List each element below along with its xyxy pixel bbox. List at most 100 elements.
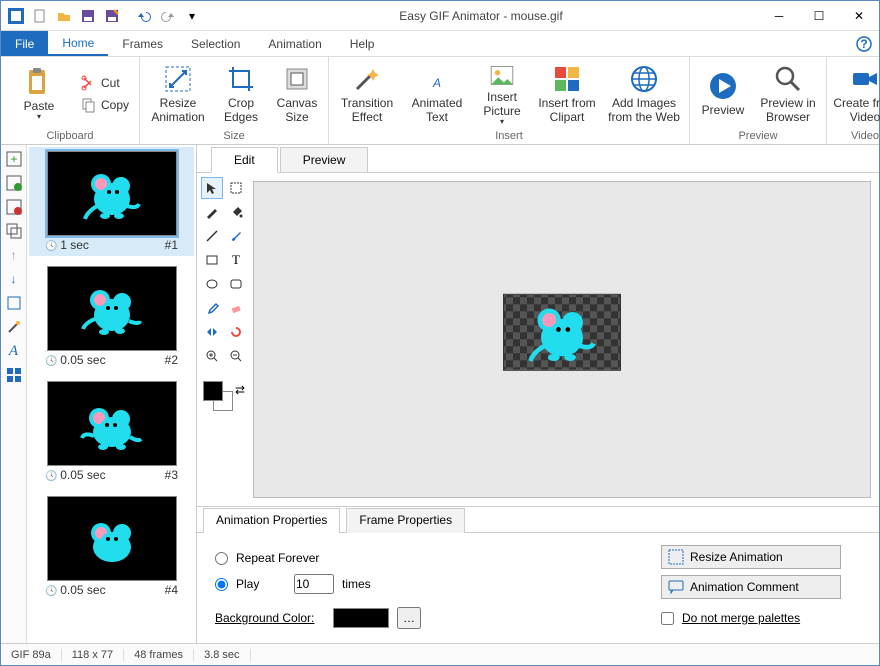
frame-item[interactable]: 0.05 sec#3 (33, 381, 190, 482)
frame-insert-icon[interactable] (4, 173, 24, 193)
title-bar: ▾ Easy GIF Animator - mouse.gif ─ ☐ ✕ (1, 1, 879, 31)
frame-thumbnail[interactable] (47, 151, 177, 236)
open-file-icon[interactable] (53, 5, 75, 27)
editor-tab-edit[interactable]: Edit (211, 147, 278, 173)
frame-thumbnail[interactable] (47, 381, 177, 466)
frame-delete-icon[interactable] (4, 197, 24, 217)
clipart-icon (551, 63, 583, 95)
maximize-button[interactable]: ☐ (799, 1, 839, 31)
tool-brush[interactable] (225, 225, 247, 247)
move-up-icon[interactable]: ↑ (4, 245, 24, 265)
close-button[interactable]: ✕ (839, 1, 879, 31)
tool-bucket[interactable] (225, 201, 247, 223)
tool-text[interactable]: T (225, 249, 247, 271)
tool-rounded-rect[interactable] (225, 273, 247, 295)
tool-zoom-in[interactable] (201, 345, 223, 367)
repeat-forever-radio[interactable] (215, 552, 228, 565)
tool-flip-h[interactable] (201, 321, 223, 343)
paste-button[interactable]: Paste▾ (7, 61, 71, 127)
new-file-icon[interactable] (29, 5, 51, 27)
merge-palettes-checkbox[interactable] (661, 612, 674, 625)
editor-tab-preview[interactable]: Preview (280, 147, 369, 172)
bgcolor-picker-button[interactable]: … (397, 607, 421, 629)
frame-item[interactable]: 0.05 sec#2 (33, 266, 190, 367)
tool-grid-icon[interactable] (4, 365, 24, 385)
tab-frame-properties[interactable]: Frame Properties (346, 508, 465, 533)
frame-index: #1 (165, 238, 178, 252)
tool-pointer[interactable] (201, 177, 223, 199)
frame-add-icon[interactable]: + (4, 149, 24, 169)
tool-wand-icon[interactable] (4, 317, 24, 337)
frame-duplicate-icon[interactable] (4, 221, 24, 241)
status-duration: 3.8 sec (194, 649, 250, 661)
resize-animation-button[interactable]: Resize Animation (146, 61, 210, 127)
times-label: times (342, 577, 371, 591)
status-frames: 48 frames (124, 649, 194, 661)
undo-icon[interactable] (133, 5, 155, 27)
tab-help[interactable]: Help (336, 31, 389, 56)
animated-text-button[interactable]: AAnimated Text (405, 61, 469, 127)
canvas-area[interactable] (253, 181, 871, 498)
play-label: Play (236, 577, 286, 591)
minimize-button[interactable]: ─ (759, 1, 799, 31)
tool-eraser[interactable] (225, 297, 247, 319)
frame-thumbnail[interactable] (47, 266, 177, 351)
tab-selection[interactable]: Selection (177, 31, 254, 56)
wand-icon (351, 63, 383, 95)
tool-rotate[interactable] (225, 321, 247, 343)
tab-frames[interactable]: Frames (108, 31, 177, 56)
canvas-size-button[interactable]: Canvas Size (272, 61, 322, 127)
frame-duration: 0.05 sec (45, 353, 106, 367)
frame-thumbnail[interactable] (47, 496, 177, 581)
tab-home[interactable]: Home (48, 31, 108, 56)
tool-marquee[interactable] (225, 177, 247, 199)
redo-icon[interactable] (157, 5, 179, 27)
animation-comment-btn[interactable]: Animation Comment (661, 575, 841, 599)
tool-text-icon[interactable]: A (4, 341, 24, 361)
move-down-icon[interactable]: ↓ (4, 269, 24, 289)
color-foreground[interactable] (203, 381, 223, 401)
tool-eyedropper[interactable] (201, 297, 223, 319)
frame-item[interactable]: 1 sec#1 (29, 147, 194, 256)
save-icon[interactable] (77, 5, 99, 27)
preview-button[interactable]: Preview (696, 61, 750, 127)
svg-text:A: A (432, 76, 441, 90)
tool-zoom-out[interactable] (225, 345, 247, 367)
resize-animation-btn[interactable]: Resize Animation (661, 545, 841, 569)
tool-line[interactable] (201, 225, 223, 247)
status-dimensions: 118 x 77 (62, 649, 124, 661)
frame-item[interactable]: 0.05 sec#4 (33, 496, 190, 597)
tab-animation[interactable]: Animation (254, 31, 335, 56)
tool-rect[interactable] (201, 249, 223, 271)
globe-icon (628, 63, 660, 95)
qat-dropdown-icon[interactable]: ▾ (181, 5, 203, 27)
tool-a-icon[interactable] (4, 293, 24, 313)
tool-ellipse[interactable] (201, 273, 223, 295)
play-count-input[interactable] (294, 574, 334, 594)
create-from-video-button[interactable]: Create from Video (833, 61, 880, 127)
canvas-icon (281, 63, 313, 95)
window-title: Easy GIF Animator - mouse.gif (203, 9, 759, 23)
properties-panel: Animation Properties Frame Properties Re… (197, 506, 879, 643)
tab-animation-properties[interactable]: Animation Properties (203, 508, 340, 533)
crop-edges-button[interactable]: Crop Edges (216, 61, 266, 127)
preview-browser-button[interactable]: Preview in Browser (756, 61, 820, 127)
help-icon[interactable]: ? (849, 31, 879, 56)
saveas-icon[interactable] (101, 5, 123, 27)
copy-button[interactable]: Copy (77, 94, 133, 116)
play-times-radio[interactable] (215, 578, 228, 591)
file-menu-button[interactable]: File (1, 31, 48, 56)
insert-clipart-button[interactable]: Insert from Clipart (535, 61, 599, 127)
add-from-web-button[interactable]: Add Images from the Web (605, 61, 683, 127)
frame-list[interactable]: 1 sec#1 0.05 sec#2 0.05 sec#3 0.05 sec#4 (27, 145, 197, 643)
transition-effect-button[interactable]: Transition Effect (335, 61, 399, 127)
frame-duration: 0.05 sec (45, 583, 106, 597)
app-icon (5, 5, 27, 27)
cut-button[interactable]: Cut (77, 72, 133, 94)
swap-colors-icon[interactable]: ⇄ (235, 383, 245, 397)
tool-pencil[interactable] (201, 201, 223, 223)
canvas[interactable] (503, 293, 621, 370)
bgcolor-swatch[interactable] (333, 608, 389, 628)
ribbon-group-clipboard: Paste▾ Cut Copy Clipboard (1, 57, 140, 144)
insert-picture-button[interactable]: Insert Picture▾ (475, 61, 529, 127)
